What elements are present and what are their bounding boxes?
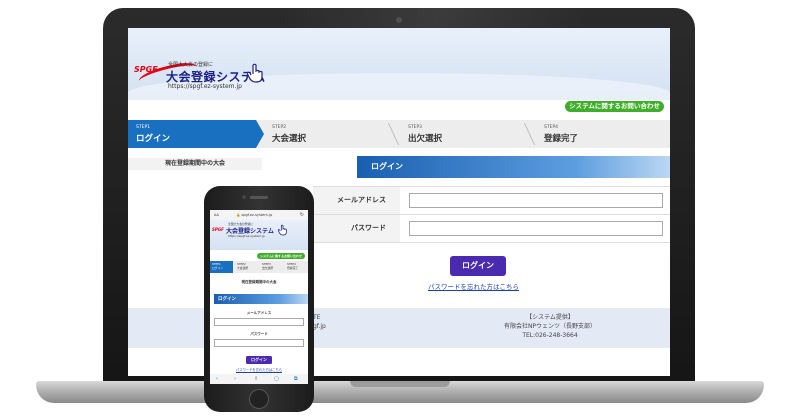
address-url[interactable]: 🔒 spgf.ez-system.jp <box>236 213 272 217</box>
footer-line: 【システム提供】 <box>526 314 574 321</box>
step-label: 登録完了 <box>544 134 579 144</box>
login-heading: ログイン <box>218 297 236 302</box>
password-row: パスワード <box>313 215 670 243</box>
password-input[interactable] <box>214 339 304 347</box>
step-label: 出欠選択 <box>262 265 274 270</box>
email-input[interactable] <box>214 318 304 326</box>
step-label: 出欠選択 <box>408 134 443 144</box>
phone-speaker <box>250 196 268 199</box>
browser-toolbar: ‹ › ⇧ ▢ ⧉ <box>210 374 308 384</box>
forgot-password-link[interactable]: パスワードを忘れた方はこちら <box>428 281 519 291</box>
browser-address-bar[interactable]: AA 🔒 spgf.ez-system.jp ↻ <box>210 210 308 220</box>
step-login: STEP1 ログイン <box>128 120 264 148</box>
contact-button[interactable]: システムに関するお問い合わせ <box>565 101 664 112</box>
step-label: ログイン <box>136 134 171 144</box>
share-icon[interactable]: ⇧ <box>254 376 258 382</box>
email-label: メールアドレス <box>313 187 400 214</box>
back-icon[interactable]: ‹ <box>216 376 218 382</box>
current-tournaments-title: 現在登録期間中の大会 <box>241 280 277 284</box>
step-label: ログイン <box>212 265 224 270</box>
site-header: SPGF 全国大大会の登録に 大会登録システム https://spgf.ez-… <box>128 28 670 100</box>
step-complete: STEP4 登録完了 <box>536 120 670 148</box>
step-number: STEP4 <box>544 125 559 130</box>
step-attendance: STEP3 出欠選択 <box>260 261 283 273</box>
footer-provider: 【システム提供】 有限会社NPウェンツ（長野支部） TEL:026-248-36… <box>495 313 605 340</box>
footer-line: TE <box>313 314 321 321</box>
site-url: https://spgf.ez-system.jp <box>168 83 242 90</box>
reload-icon[interactable]: ↻ <box>300 212 304 218</box>
laptop-notch <box>350 381 450 387</box>
email-input[interactable] <box>409 193 663 208</box>
password-label: パスワード <box>313 215 400 242</box>
step-label: 大会選択 <box>237 265 249 270</box>
home-button[interactable] <box>249 389 269 409</box>
site-url: https://spgf.ez-system.jp <box>228 234 265 238</box>
login-button[interactable]: ログイン <box>246 356 272 364</box>
password-input[interactable] <box>409 221 663 236</box>
brand-mark: SPGF <box>212 227 224 232</box>
forward-icon[interactable]: › <box>234 376 236 382</box>
step-progress-bar: STEP1 ログイン STEP2 大会選択 STEP3 出欠選択 STEP4 登… <box>210 261 308 273</box>
email-label: メールアドレス <box>246 311 272 315</box>
phone-screen: AA 🔒 spgf.ez-system.jp ↻ SPGF 全国大大会の登録に … <box>210 210 308 384</box>
contact-button[interactable]: システムに関するお問い合わせ <box>257 253 305 259</box>
phone-frame: AA 🔒 spgf.ez-system.jp ↻ SPGF 全国大大会の登録に … <box>204 186 314 412</box>
site-tagline: 全国大大会の登録に <box>168 62 214 68</box>
step-select-tournament: STEP2 大会選択 <box>264 120 400 148</box>
step-attendance: STEP3 出欠選択 <box>400 120 536 148</box>
step-select-tournament: STEP2 大会選択 <box>235 261 258 273</box>
camera-dot <box>396 17 402 23</box>
login-form: メールアドレス パスワード <box>313 186 670 243</box>
current-tournaments-title: 現在登録期間中の大会 <box>128 158 262 170</box>
footer-line: TEL:026-248-3664 <box>522 332 578 339</box>
login-section-header: ログイン <box>214 294 308 304</box>
email-row: メールアドレス <box>313 187 670 215</box>
step-number: STEP1 <box>136 125 151 130</box>
login-heading: ログイン <box>371 162 403 171</box>
step-complete: STEP4 登録完了 <box>285 261 308 273</box>
footer-line: 有限会社NPウェンツ（長野支部） <box>503 323 597 330</box>
step-label: 大会選択 <box>272 134 307 144</box>
forgot-password-link[interactable]: パスワードを忘れた方はこちら <box>210 367 308 372</box>
step-progress-bar: STEP1 ログイン STEP2 大会選択 STEP3 出欠選択 STEP4 登… <box>128 120 670 148</box>
brand-mark: SPGF <box>134 65 158 74</box>
pointer-hand-icon <box>278 224 287 236</box>
step-login: STEP1 ログイン <box>210 261 233 273</box>
step-label: 登録完了 <box>287 265 299 270</box>
login-button[interactable]: ログイン <box>450 256 506 276</box>
password-label: パスワード <box>250 332 268 336</box>
bookmarks-icon[interactable]: ▢ <box>274 376 279 382</box>
phone-camera <box>242 195 246 199</box>
step-number: STEP3 <box>408 125 423 130</box>
step-number: STEP2 <box>272 125 287 130</box>
footer-line: gf.jp <box>313 323 326 330</box>
mobile-site-header: SPGF 全国大大会の登録に 大会登録システム https://spgf.ez-… <box>210 220 308 250</box>
text-size-button[interactable]: AA <box>214 213 219 217</box>
footer-left: TE gf.jp <box>313 313 326 331</box>
tabs-icon[interactable]: ⧉ <box>294 376 298 382</box>
pointer-hand-icon <box>247 63 263 83</box>
login-section-header: ログイン <box>357 156 670 178</box>
